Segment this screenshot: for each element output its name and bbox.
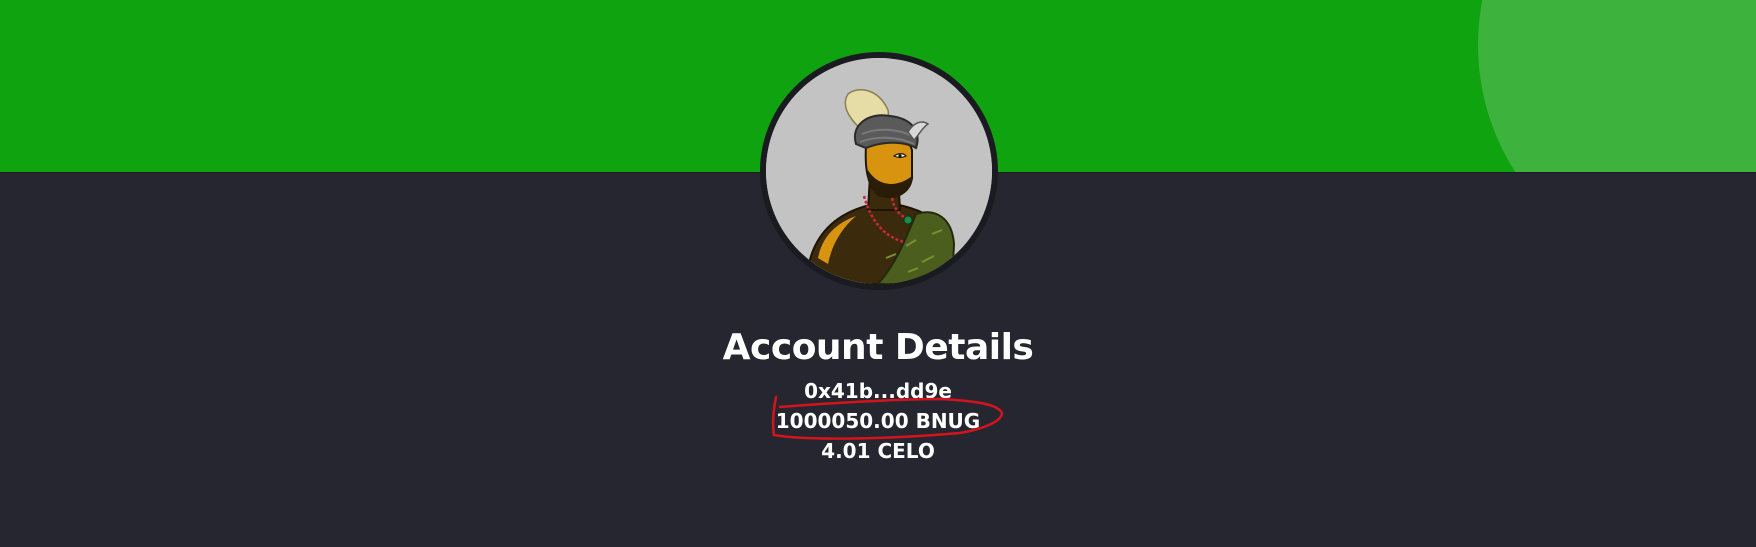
avatar xyxy=(760,52,998,290)
avatar-image xyxy=(766,58,992,284)
banner-decoration xyxy=(1478,0,1756,173)
avatar-illustration-icon xyxy=(766,58,992,284)
annotation-circle-icon xyxy=(771,395,1004,440)
page-title: Account Details xyxy=(722,327,1034,368)
